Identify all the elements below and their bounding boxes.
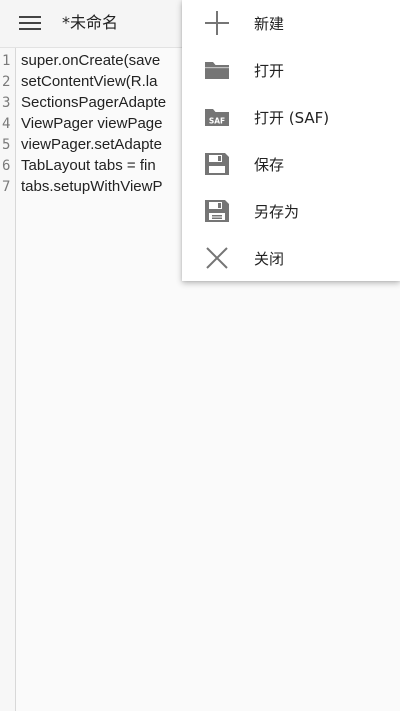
code-line[interactable]: SectionsPagerAdapte	[21, 93, 166, 113]
code-line[interactable]: TabLayout tabs = fin	[21, 156, 156, 176]
line-number: 4	[2, 116, 11, 132]
document-title: *未命名	[62, 13, 119, 32]
line-number-gutter: 1 2 3 4 5 6 7	[0, 48, 16, 711]
menu-item-open-saf[interactable]: SAF 打开 (SAF)	[182, 94, 400, 141]
code-line[interactable]: setContentView(R.la	[21, 72, 157, 92]
menu-item-label: 新建	[254, 15, 285, 33]
code-line[interactable]: super.onCreate(save	[21, 51, 160, 71]
code-line[interactable]: tabs.setupWithViewP	[21, 177, 162, 197]
hamburger-menu-icon[interactable]	[19, 14, 43, 34]
line-number: 7	[2, 179, 11, 195]
menu-item-label: 另存为	[254, 203, 300, 221]
saf-folder-icon: SAF	[205, 109, 229, 126]
code-line[interactable]: ViewPager viewPage	[21, 114, 162, 134]
save-icon	[205, 153, 229, 175]
line-number: 3	[2, 95, 11, 111]
menu-item-save[interactable]: 保存	[182, 141, 400, 188]
close-icon	[206, 247, 228, 269]
menu-item-new[interactable]: 新建	[182, 0, 400, 47]
save-as-icon	[205, 200, 229, 222]
overflow-menu: 新建 打开 SAF 打开 (SAF) 保存 另存为 关闭	[182, 0, 400, 281]
folder-icon	[205, 62, 229, 79]
menu-item-close[interactable]: 关闭	[182, 235, 400, 282]
menu-item-label: 关闭	[254, 250, 285, 268]
menu-item-save-as[interactable]: 另存为	[182, 188, 400, 235]
line-number: 2	[2, 74, 11, 90]
menu-item-label: 保存	[254, 156, 285, 174]
menu-item-label: 打开 (SAF)	[254, 109, 330, 127]
code-line[interactable]: viewPager.setAdapte	[21, 135, 162, 155]
app-window: *未命名 1 2 3 4 5 6 7 super.onCreate(save s…	[0, 0, 400, 711]
line-number: 5	[2, 137, 11, 153]
plus-icon	[205, 11, 229, 35]
menu-item-label: 打开	[254, 62, 285, 80]
line-number: 1	[2, 53, 11, 69]
saf-icon-text: SAF	[209, 117, 225, 126]
line-number: 6	[2, 158, 11, 174]
menu-item-open[interactable]: 打开	[182, 47, 400, 94]
